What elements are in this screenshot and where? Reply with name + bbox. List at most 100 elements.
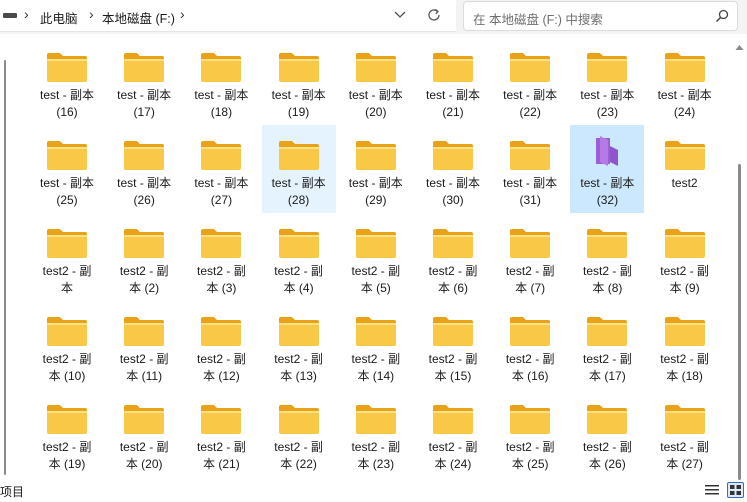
- folder-item[interactable]: test2 - 副 本 (15): [416, 301, 490, 389]
- folder-label: test2 - 副 本 (13): [274, 352, 323, 383]
- folder-label: test2 - 副 本 (15): [428, 352, 478, 383]
- folder-label: test2 - 副 本 (8): [583, 264, 632, 295]
- folder-icon: [587, 53, 628, 82]
- folder-icon: [433, 229, 473, 258]
- folder-item[interactable]: test - 副本 (24): [648, 37, 722, 125]
- search-box[interactable]: 在 本地磁盘 (F:) 中搜索: [463, 1, 738, 31]
- folder-icon: [433, 141, 473, 170]
- folder-item[interactable]: test - 副本 (26): [107, 125, 181, 213]
- folder-icon: [278, 405, 319, 434]
- folder-item[interactable]: test2 - 副 本 (21): [184, 389, 258, 477]
- folder-item[interactable]: test2 - 副 本 (3): [184, 213, 258, 301]
- folder-label: test - 副本 (31): [503, 176, 558, 207]
- folder-icon: [47, 229, 87, 258]
- folder-label: test2 - 副 本 (6): [428, 264, 478, 295]
- folder-item[interactable]: test2 - 副 本 (10): [30, 301, 104, 389]
- folder-item[interactable]: test - 副本 (23): [570, 37, 644, 125]
- folder-label: test2 - 副 本 (22): [274, 440, 323, 471]
- large-icons-view-button[interactable]: [727, 482, 744, 498]
- folder-item[interactable]: test - 副本 (18): [184, 37, 258, 125]
- folder-item[interactable]: test2 - 副 本 (18): [648, 301, 722, 389]
- folder-item[interactable]: test - 副本 (20): [339, 37, 413, 125]
- address-bar[interactable]: › 此电脑 › 本地磁盘 (F:) ›: [0, 0, 456, 32]
- file-grid: test - 副本 (16) test - 副本 (17) test - 副本 (1…: [0, 34, 747, 480]
- folder-item[interactable]: test2 - 副 本 (19): [30, 389, 104, 477]
- folder-item[interactable]: test2 - 副 本 (16): [493, 301, 567, 389]
- folder-item[interactable]: test - 副本 (17): [107, 37, 181, 125]
- folder-item[interactable]: test2 - 副 本 (27): [648, 389, 722, 477]
- folder-icon: [664, 229, 705, 258]
- folder-item[interactable]: test2 - 副 本 (5): [339, 213, 413, 301]
- folder-item[interactable]: test - 副本 (30): [416, 125, 490, 213]
- folder-item[interactable]: test2 - 副 本 (8): [570, 213, 644, 301]
- folder-icon: [587, 229, 628, 258]
- folder-item[interactable]: test - 副本 (27): [184, 125, 258, 213]
- folder-label: test2 - 副 本 (25): [505, 440, 555, 471]
- folder-icon: [355, 53, 396, 82]
- folder-label: test2 - 副 本 (19): [42, 440, 92, 471]
- folder-item[interactable]: test2 - 副 本 (20): [107, 389, 181, 477]
- folder-icon: [664, 405, 705, 434]
- folder-item[interactable]: test2 - 副 本 (7): [493, 213, 567, 301]
- folder-label: test2 - 副 本 (12): [197, 352, 246, 383]
- folder-item[interactable]: test2 - 副 本 (24): [416, 389, 490, 477]
- folder-item[interactable]: test - 副本 (21): [416, 37, 490, 125]
- folder-item[interactable]: test - 副本 (19): [262, 37, 336, 125]
- folder-item[interactable]: test2 - 副 本 (17): [570, 301, 644, 389]
- refresh-icon[interactable]: [426, 7, 442, 23]
- chevron-down-icon[interactable]: [393, 7, 407, 21]
- search-icon[interactable]: [715, 9, 729, 23]
- folder-item[interactable]: test2 - 副 本 (2): [107, 213, 181, 301]
- folder-item[interactable]: test2 - 副 本 (11): [107, 301, 181, 389]
- folder-item[interactable]: test - 副本 (28): [261, 125, 336, 213]
- folder-icon: [278, 53, 319, 82]
- folder-label: test2 - 副 本 (14): [351, 352, 401, 383]
- folder-item[interactable]: test - 副本 (31): [493, 125, 567, 213]
- folder-item[interactable]: test2 - 副 本 (23): [339, 389, 413, 477]
- folder-label: test2 - 副 本 (10): [42, 352, 92, 383]
- search-placeholder[interactable]: 在 本地磁盘 (F:) 中搜索: [473, 9, 603, 28]
- folder-label: test2 - 副 本 (21): [197, 440, 246, 471]
- folder-icon: [587, 317, 628, 346]
- drive-icon: [3, 13, 17, 18]
- folder-label: test - 副本 (18): [194, 88, 249, 119]
- folder-item[interactable]: test - 副本 (25): [30, 125, 104, 213]
- folder-item[interactable]: test2 - 副 本 (6): [416, 213, 490, 301]
- folder-item[interactable]: test2 - 副 本 (13): [262, 301, 336, 389]
- scroll-up-arrow-icon[interactable]: [735, 44, 744, 51]
- folder-item[interactable]: test2: [648, 125, 722, 213]
- folder-icon: [201, 317, 242, 346]
- folder-label: test - 副本 (22): [503, 88, 558, 119]
- folder-label: test2 - 副 本 (17): [583, 352, 632, 383]
- breadcrumb-local-disk[interactable]: 本地磁盘 (F:): [102, 8, 175, 27]
- folder-label: test - 副本 (32): [580, 176, 635, 207]
- vertical-scrollbar-thumb[interactable]: [738, 164, 741, 480]
- folder-item[interactable]: test - 副本 (16): [30, 37, 104, 125]
- folder-icon: [124, 53, 165, 82]
- folder-item[interactable]: test2 - 副 本 (25): [493, 389, 567, 477]
- folder-icon: [278, 229, 319, 258]
- folder-label: test - 副本 (27): [194, 176, 249, 207]
- folder-item[interactable]: test2 - 副 本 (4): [262, 213, 336, 301]
- folder-icon: [201, 141, 242, 170]
- folder-item[interactable]: test2 - 副 本 (9): [648, 213, 722, 301]
- folder-item[interactable]: test2 - 副 本 (14): [339, 301, 413, 389]
- folder-icon: [278, 141, 319, 170]
- folder-icon: [278, 317, 319, 346]
- folder-icon: [355, 229, 396, 258]
- folder-item[interactable]: test - 副本 (29): [339, 125, 413, 213]
- folder-item[interactable]: test2 - 副 本: [30, 213, 104, 301]
- folder-item[interactable]: test - 副本 (32): [570, 125, 645, 213]
- folder-item[interactable]: test2 - 副 本 (26): [570, 389, 644, 477]
- folder-item[interactable]: test2 - 副 本 (22): [262, 389, 336, 477]
- folder-label: test2 - 副 本 (3): [197, 264, 246, 295]
- navigation-pane-scrollbar[interactable]: [4, 60, 6, 475]
- folder-item[interactable]: test - 副本 (22): [493, 37, 567, 125]
- details-view-icon[interactable]: [705, 484, 719, 497]
- breadcrumb-this-pc[interactable]: 此电脑: [40, 8, 78, 27]
- large-icons-view-icon: [730, 485, 741, 495]
- folder-item[interactable]: test2 - 副 本 (12): [184, 301, 258, 389]
- status-bar: 项目: [0, 480, 747, 501]
- folder-label: test - 副本 (23): [580, 88, 635, 119]
- folder-label: test - 副本 (29): [348, 176, 403, 207]
